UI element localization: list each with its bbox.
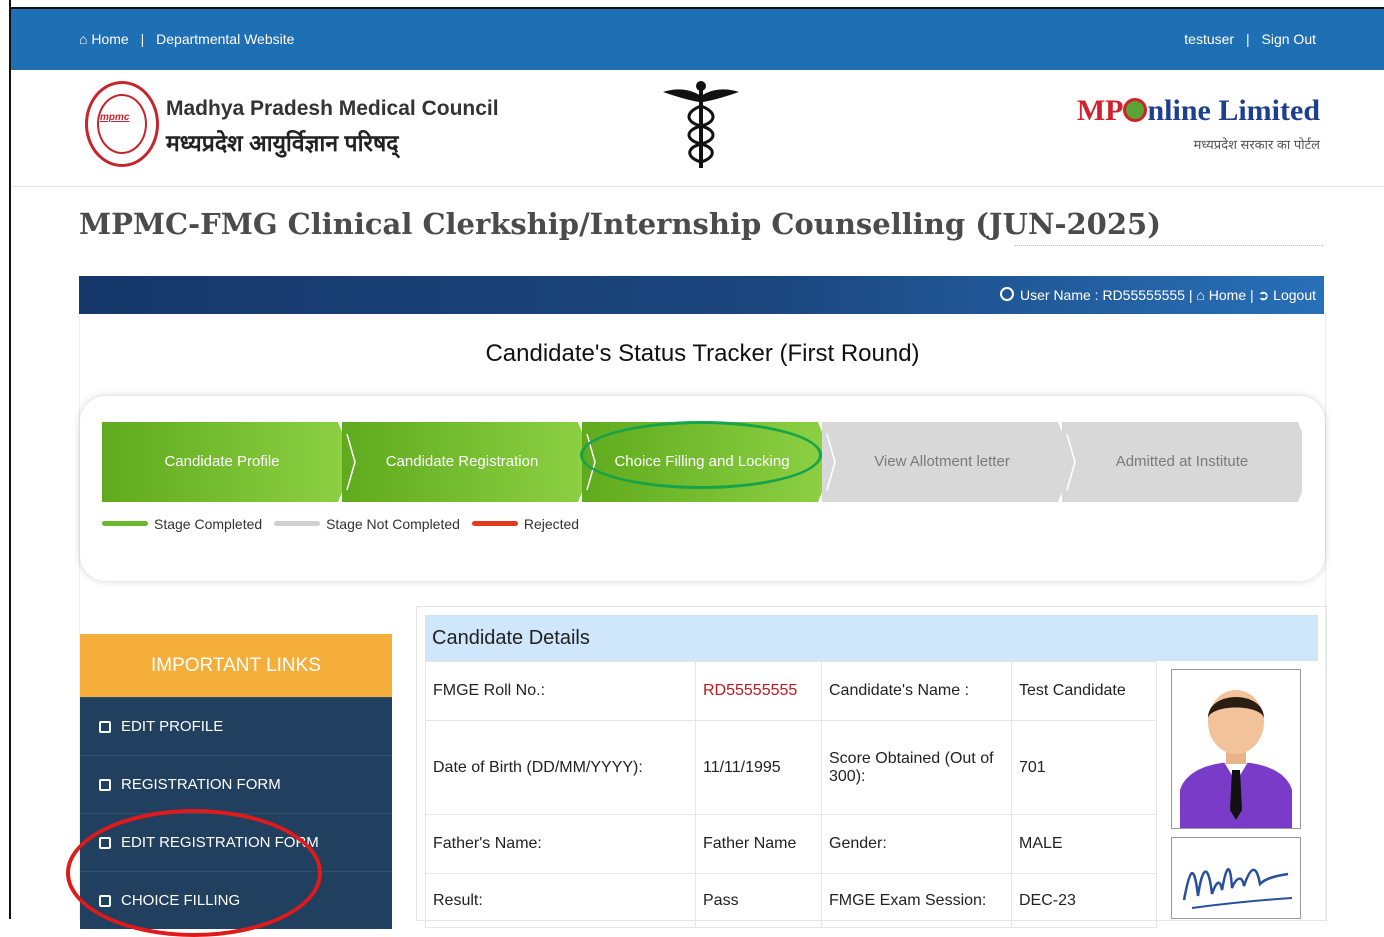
separator: | — [1245, 31, 1250, 47]
globe-icon — [1123, 98, 1148, 122]
legend-not-completed-label: Stage Not Completed — [326, 516, 460, 532]
title-divider — [1015, 245, 1324, 246]
council-name-hindi: मध्यप्रदेश आयुर्विज्ञान परिषद् — [166, 130, 399, 156]
username-label: User Name : RD55555555 — [1020, 287, 1185, 303]
edit-icon — [99, 721, 111, 733]
step-candidate-profile[interactable]: Candidate Profile — [102, 422, 342, 502]
main-card: Candidate's Status Tracker (First Round)… — [66, 314, 1327, 937]
table-row: Father's Name: Father Name Gender: MALE — [425, 814, 1157, 874]
highlight-ellipse-red — [66, 809, 322, 937]
home-icon: ⌂ — [1196, 287, 1205, 303]
table-row: Result: Pass FMGE Exam Session: DEC-23 — [425, 873, 1157, 928]
important-links-sidebar: IMPORTANT LINKS EDIT PROFILE REGISTRATIO… — [66, 634, 392, 937]
departmental-website-link[interactable]: Departmental Website — [156, 31, 294, 47]
step-candidate-registration[interactable]: Candidate Registration — [342, 422, 582, 502]
legend-rejected-label: Rejected — [523, 516, 580, 532]
separator: | — [140, 31, 145, 47]
legend-not-completed-swatch — [274, 521, 321, 526]
logout-icon: ➲ — [1257, 287, 1270, 303]
mponline-tagline: मध्यप्रदेश सरकार का पोर्टल — [1193, 137, 1320, 152]
table-row: FMGE Roll No.: RD55555555 Candidate's Na… — [425, 661, 1157, 721]
logout-link[interactable]: Logout — [1273, 287, 1316, 303]
home-icon: ⌂ — [79, 31, 88, 47]
legend-rejected-swatch — [471, 521, 518, 526]
step-chevron — [1066, 434, 1076, 490]
page-title: MPMC-FMG Clinical Clerkship/Internship C… — [79, 207, 1161, 241]
legend-completed-label: Stage Completed — [154, 516, 263, 532]
user-icon — [1000, 287, 1014, 301]
caduceus-icon — [663, 81, 739, 168]
status-tracker-panel: Candidate Profile Candidate Registration… — [80, 396, 1325, 581]
candidate-details-table: FMGE Roll No.: RD55555555 Candidate's Na… — [425, 661, 1157, 928]
home-link[interactable]: Home — [91, 31, 128, 47]
candidate-signature — [1171, 837, 1301, 919]
userbar-home-link[interactable]: Home — [1209, 287, 1246, 303]
sign-out-link[interactable]: Sign Out — [1262, 31, 1316, 47]
council-seal-logo: mpmc — [85, 81, 159, 167]
username-link[interactable]: testuser — [1184, 31, 1234, 47]
step-chevron — [346, 434, 356, 490]
top-nav-left: ⌂ Home | Departmental Website — [79, 31, 294, 47]
step-admitted-at-institute[interactable]: Admitted at Institute — [1062, 422, 1302, 502]
mponline-logo: MP nline Limited — [1076, 94, 1320, 127]
signature-image — [1182, 868, 1293, 909]
highlight-ellipse-green — [580, 421, 822, 489]
step-chevron — [826, 434, 836, 490]
step-view-allotment-letter[interactable]: View Allotment letter — [822, 422, 1062, 502]
user-bar: User Name : RD55555555 | ⌂ Home | ➲ Logo… — [79, 276, 1324, 314]
site-header: mpmc Madhya Pradesh Medical Council मध्य… — [11, 70, 1384, 187]
table-row: Date of Birth (DD/MM/YYYY): 11/11/1995 S… — [425, 720, 1157, 815]
legend-completed-swatch — [102, 521, 148, 526]
status-tracker-title: Candidate's Status Tracker (First Round) — [485, 340, 920, 367]
candidate-details-title: Candidate Details — [425, 615, 1318, 661]
sidebar-item-edit-profile[interactable]: EDIT PROFILE — [80, 697, 392, 755]
id-card-icon — [99, 779, 111, 791]
roll-number-value: RD55555555 — [695, 661, 822, 721]
candidate-photo — [1171, 669, 1301, 829]
user-info: User Name : RD55555555 | ⌂ Home | ➲ Logo… — [1000, 287, 1316, 304]
avatar-icon — [1172, 670, 1300, 828]
candidate-details-panel: Candidate Details FMGE Roll No.: RD55555… — [416, 606, 1327, 928]
status-steps: Candidate Profile Candidate Registration… — [102, 421, 1312, 502]
sidebar-item-registration-form[interactable]: REGISTRATION FORM — [80, 755, 392, 813]
top-nav-right: testuser | Sign Out — [1184, 31, 1316, 47]
sidebar-title: IMPORTANT LINKS — [80, 634, 392, 697]
council-name-english: Madhya Pradesh Medical Council — [166, 97, 499, 120]
top-navbar: ⌂ Home | Departmental Website testuser |… — [11, 9, 1384, 70]
separator: | — [1250, 287, 1258, 303]
status-legend: Stage Completed Stage Not Completed Reje… — [102, 516, 587, 532]
